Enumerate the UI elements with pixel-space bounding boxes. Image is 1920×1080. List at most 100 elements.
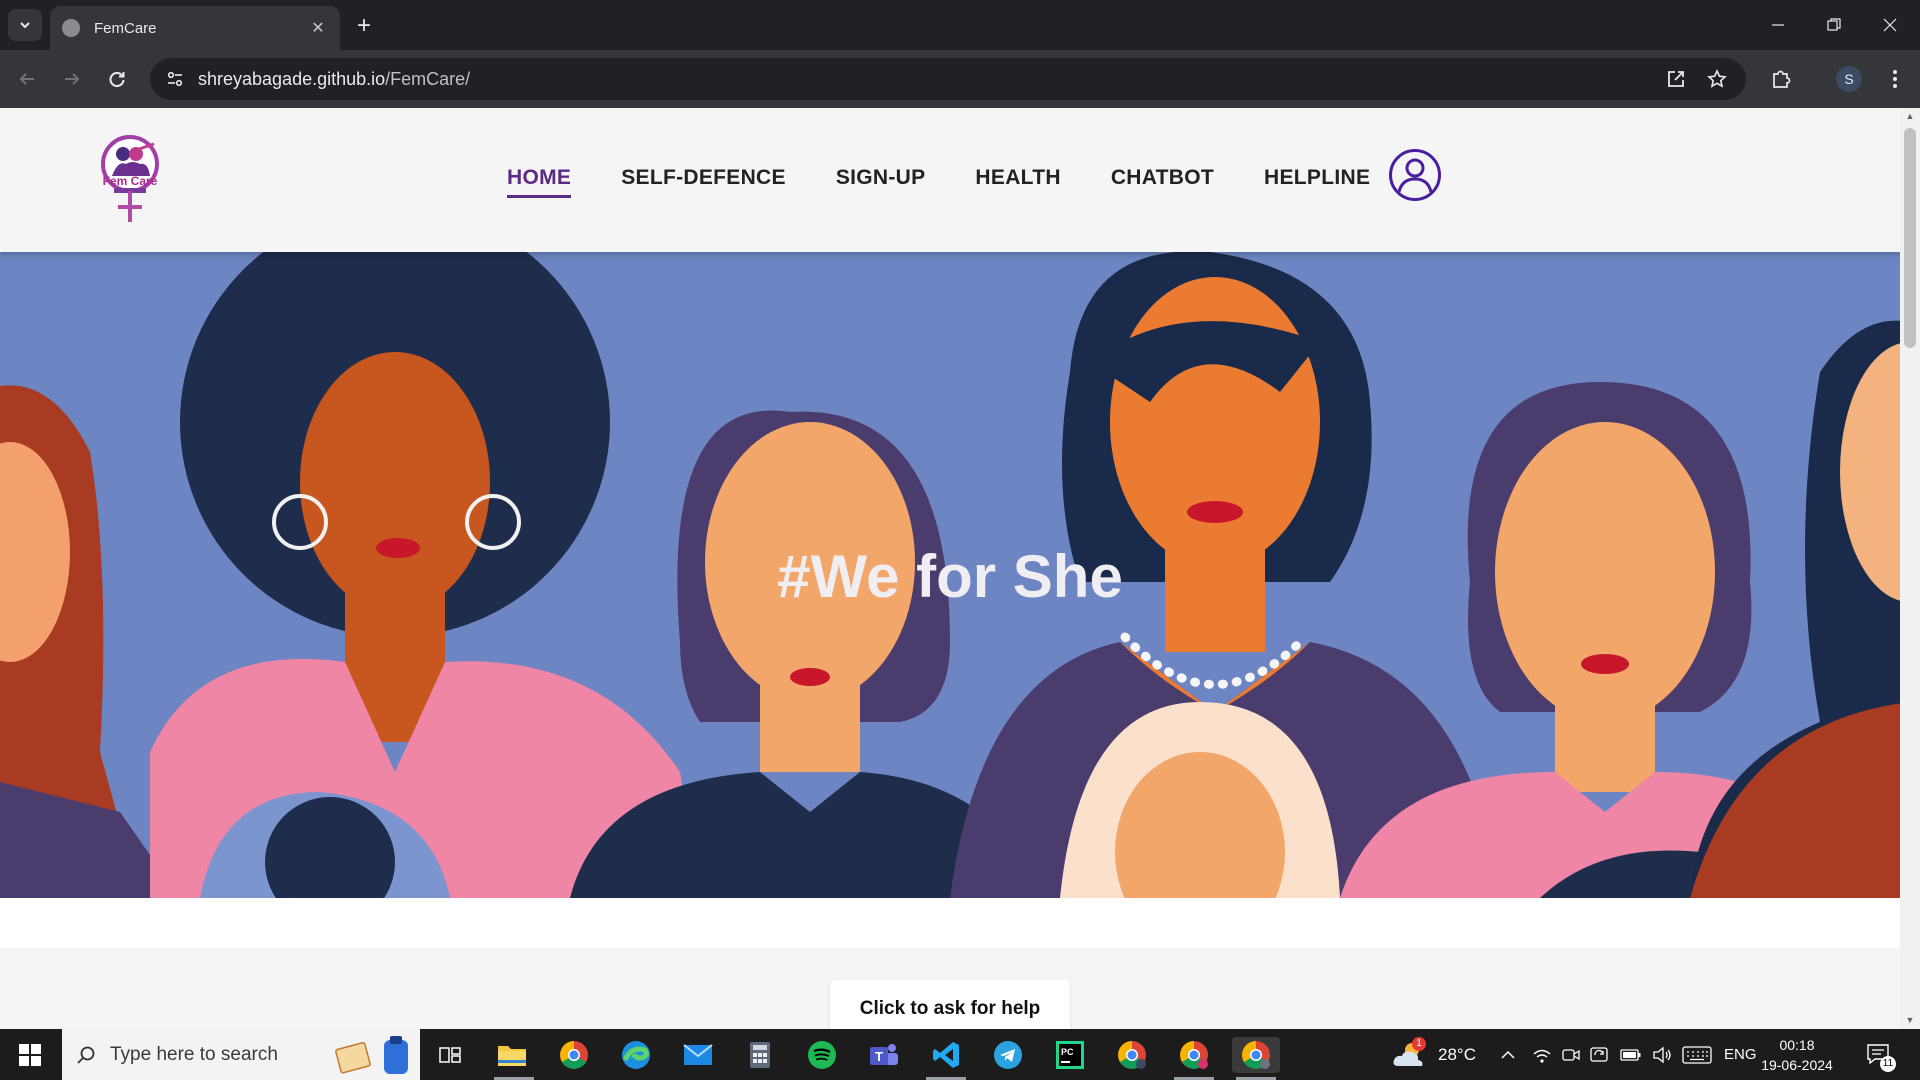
search-icon [77, 1046, 95, 1064]
tab-title: FemCare [94, 19, 157, 37]
search-placeholder: Type here to search [110, 1043, 278, 1065]
url-text: shreyabagade.github.io/FemCare/ [198, 69, 470, 90]
user-account-icon[interactable] [1388, 148, 1442, 202]
restore-button[interactable] [1804, 0, 1864, 50]
minimize-icon [1772, 24, 1784, 26]
clock-time: 00:18 [1779, 1037, 1815, 1053]
taskbar-chrome-profile-1[interactable] [1114, 1037, 1150, 1073]
restore-icon [1827, 18, 1841, 31]
sync-icon [1590, 1046, 1608, 1062]
scroll-up-icon[interactable]: ▲ [1905, 111, 1915, 121]
taskbar-chrome[interactable] [556, 1037, 592, 1073]
forward-button[interactable] [57, 64, 87, 94]
new-tab-button[interactable]: + [350, 12, 378, 40]
open-external-icon [1668, 71, 1684, 87]
network-icon-button[interactable] [1532, 1029, 1552, 1080]
vscode-icon [933, 1042, 959, 1068]
ask-for-help-button[interactable]: Click to ask for help [830, 980, 1070, 1029]
hero-banner: #We for She [0, 252, 1900, 898]
close-tab-icon[interactable]: ✕ [308, 18, 328, 38]
taskbar-chrome-active[interactable] [1232, 1037, 1280, 1073]
taskbar-vscode[interactable] [928, 1037, 964, 1073]
more-vertical-icon [1893, 70, 1897, 88]
weather-widget[interactable]: 1 28°C [1392, 1029, 1476, 1080]
arrow-left-icon [19, 73, 34, 85]
nav-helpline[interactable]: HELPLINE [1264, 166, 1370, 190]
profile-avatar[interactable]: S [1836, 66, 1862, 92]
star-icon [1707, 69, 1727, 88]
touch-keyboard-button[interactable] [1682, 1029, 1712, 1080]
site-settings-icon[interactable] [166, 70, 184, 88]
show-hidden-icons-button[interactable] [1500, 1029, 1516, 1080]
folder-icon [498, 1046, 526, 1066]
system-clock[interactable]: 00:18 19-06-2024 [1752, 1035, 1842, 1075]
taskbar-teams[interactable]: T [866, 1037, 902, 1073]
bookmark-button[interactable] [1702, 64, 1732, 94]
wifi-icon [1533, 1049, 1551, 1063]
scrollbar-thumb[interactable] [1904, 128, 1916, 348]
page-scrollbar[interactable]: ▲ ▼ [1900, 108, 1920, 1029]
nav-chatbot[interactable]: CHATBOT [1111, 166, 1214, 190]
globe-icon [62, 19, 80, 37]
puzzle-icon [1773, 70, 1791, 88]
femcare-logo[interactable]: Fem Care [96, 132, 164, 224]
chrome-icon [1118, 1041, 1146, 1069]
taskbar-edge[interactable] [618, 1037, 654, 1073]
browser-toolbar: shreyabagade.github.io/FemCare/ [0, 50, 1920, 108]
extensions-button[interactable] [1766, 64, 1796, 94]
taskbar-calculator[interactable] [742, 1037, 778, 1073]
taskbar-chrome-profile-2[interactable] [1176, 1037, 1212, 1073]
windows-logo-icon [19, 1043, 41, 1066]
browser-tabstrip: FemCare ✕ + [0, 0, 1920, 50]
start-button[interactable] [0, 1029, 60, 1080]
browser-tab[interactable]: FemCare ✕ [50, 6, 340, 50]
minimize-button[interactable] [1748, 0, 1808, 50]
taskbar-pycharm[interactable]: PC [1052, 1037, 1088, 1073]
url-host: shreyabagade.github.io [198, 68, 386, 89]
open-in-app-button[interactable] [1661, 64, 1691, 94]
weather-badge: 1 [1412, 1037, 1426, 1051]
taskbar-telegram[interactable] [990, 1037, 1026, 1073]
taskbar-file-explorer[interactable] [494, 1037, 530, 1073]
task-view-button[interactable] [432, 1037, 468, 1073]
address-bar[interactable]: shreyabagade.github.io/FemCare/ [150, 58, 1746, 100]
speaker-icon [1653, 1046, 1671, 1063]
url-path: /FemCare/ [385, 68, 471, 89]
nav-home[interactable]: HOME [507, 166, 572, 198]
hero-title: #We for She [777, 543, 1123, 610]
meet-now-button[interactable] [1562, 1029, 1580, 1080]
taskbar-spotify[interactable] [804, 1037, 840, 1073]
taskbar-search[interactable]: Type here to search [62, 1029, 420, 1080]
nav-sign-up[interactable]: SIGN-UP [836, 166, 926, 190]
svg-text:PC: PC [1061, 1047, 1074, 1057]
volume-button[interactable] [1652, 1029, 1672, 1080]
logo-text: Fem Care [103, 174, 158, 188]
reload-button[interactable] [102, 64, 132, 94]
nav-self-defence[interactable]: SELF-DEFENCE [621, 166, 786, 190]
tab-search-button[interactable] [8, 9, 42, 41]
onedrive-button[interactable] [1590, 1029, 1608, 1080]
search-highlight-icon [335, 1036, 408, 1074]
browser-menu-button[interactable] [1880, 64, 1910, 94]
chrome-icon [1242, 1041, 1270, 1069]
reload-icon [109, 72, 125, 87]
chevron-down-icon [20, 22, 30, 29]
camera-icon [1562, 1048, 1580, 1061]
telegram-icon [994, 1041, 1022, 1069]
windows-taskbar: Type here to search T PC 1 28°C ENG 00:1… [0, 1029, 1920, 1080]
back-button[interactable] [12, 64, 42, 94]
taskbar-mail[interactable] [680, 1037, 716, 1073]
spotify-icon [808, 1041, 836, 1069]
scroll-down-icon[interactable]: ▼ [1905, 1015, 1915, 1025]
site-header: Fem Care HOME SELF-DEFENCE SIGN-UP HEALT… [0, 108, 1900, 252]
chevron-up-icon [1501, 1050, 1515, 1059]
keyboard-icon [1682, 1045, 1712, 1064]
main-nav: HOME SELF-DEFENCE SIGN-UP HEALTH CHATBOT… [507, 166, 1420, 198]
battery-button[interactable] [1620, 1029, 1642, 1080]
close-window-button[interactable] [1860, 0, 1920, 50]
below-hero-section: Click to ask for help [0, 898, 1900, 1029]
task-view-icon [439, 1047, 461, 1063]
notification-center-button[interactable]: 11 [1866, 1029, 1896, 1080]
nav-health[interactable]: HEALTH [975, 166, 1060, 190]
svg-text:T: T [875, 1049, 883, 1064]
